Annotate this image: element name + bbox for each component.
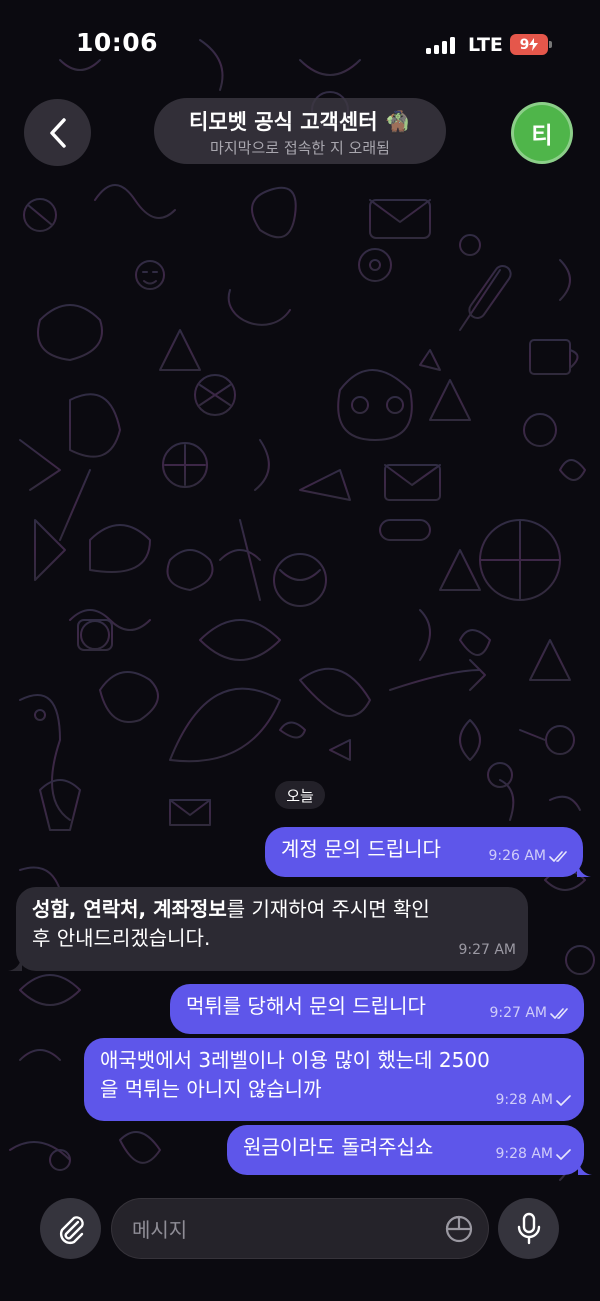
bubble-tail <box>578 1159 592 1175</box>
message-composer <box>0 1180 600 1301</box>
microphone-icon <box>517 1212 540 1244</box>
message-meta: 9:27 AM <box>458 936 516 965</box>
message-meta: 9:28 AM <box>495 1086 572 1115</box>
chevron-left-icon <box>49 117 66 148</box>
battery-tip <box>549 41 552 48</box>
message-line-1: 애국뱃에서 3레벨이나 이용 많이 했는데 2500 <box>100 1048 490 1072</box>
outgoing-message[interactable]: 먹튀를 당해서 문의 드립니다 9:27 AM <box>170 984 584 1034</box>
message-time: 9:27 AM <box>489 1005 547 1021</box>
message-time: 9:28 AM <box>495 1146 553 1162</box>
outgoing-message[interactable]: 애국뱃에서 3레벨이나 이용 많이 했는데 2500 을 먹튀는 아니지 않습니… <box>84 1038 584 1121</box>
message-bold-segment: 성함, 연락처, 계좌정보 <box>32 897 227 921</box>
message-text: 성함, 연락처, 계좌정보를 기재하여 주시면 확인 후 안내드리겠습니다. <box>32 895 514 953</box>
chat-title: 티모벳 공식 고객센터 🧌 <box>189 110 411 134</box>
message-time: 9:26 AM <box>488 848 546 864</box>
paperclip-icon <box>59 1215 84 1244</box>
status-bar: 10:06 LTE 9 <box>0 0 600 90</box>
message-input[interactable] <box>130 1199 434 1260</box>
message-meta: 9:26 AM <box>488 842 571 871</box>
double-check-icon <box>549 850 567 862</box>
outgoing-message[interactable]: 계정 문의 드립니다 9:26 AM <box>265 827 591 877</box>
message-regular-segment: 를 기재하여 주시면 확인 <box>226 897 430 921</box>
message-time: 9:28 AM <box>495 1092 553 1108</box>
incoming-message[interactable]: 성함, 연락처, 계좌정보를 기재하여 주시면 확인 후 안내드리겠습니다. 9… <box>8 887 528 971</box>
single-check-icon <box>556 1148 571 1160</box>
battery-level: 9 <box>519 36 530 53</box>
voice-record-button[interactable] <box>498 1198 559 1259</box>
double-check-icon <box>550 1007 568 1019</box>
back-button[interactable] <box>24 99 91 166</box>
signal-strength-icon <box>426 36 455 54</box>
message-time: 9:27 AM <box>458 942 516 958</box>
single-check-icon <box>556 1094 571 1106</box>
last-seen-status: 마지막으로 접속한 지 오래됨 <box>210 139 390 157</box>
battery-icon: 9 <box>510 34 548 55</box>
message-line-2: 후 안내드리겠습니다. <box>32 926 211 950</box>
message-meta: 9:28 AM <box>495 1140 572 1169</box>
message-input-field[interactable] <box>111 1198 489 1260</box>
avatar[interactable]: 티 <box>511 102 573 164</box>
bubble-tail <box>577 861 591 877</box>
message-line-1: 성함, 연락처, 계좌정보를 기재하여 주시면 확인 <box>32 895 514 924</box>
attach-button[interactable] <box>40 1198 101 1259</box>
avatar-letter: 티 <box>531 123 553 149</box>
outgoing-message[interactable]: 원금이라도 돌려주십쇼 9:28 AM <box>227 1125 592 1175</box>
date-separator: 오늘 <box>275 781 325 809</box>
bubble-tail <box>8 955 22 971</box>
sticker-icon[interactable] <box>444 1214 474 1244</box>
status-time: 10:06 <box>76 28 159 57</box>
message-meta: 9:27 AM <box>489 999 572 1028</box>
chat-header[interactable]: 티모벳 공식 고객센터 🧌 마지막으로 접속한 지 오래됨 <box>154 98 446 164</box>
charging-bolt-icon <box>529 38 539 51</box>
network-type: LTE <box>468 34 503 56</box>
